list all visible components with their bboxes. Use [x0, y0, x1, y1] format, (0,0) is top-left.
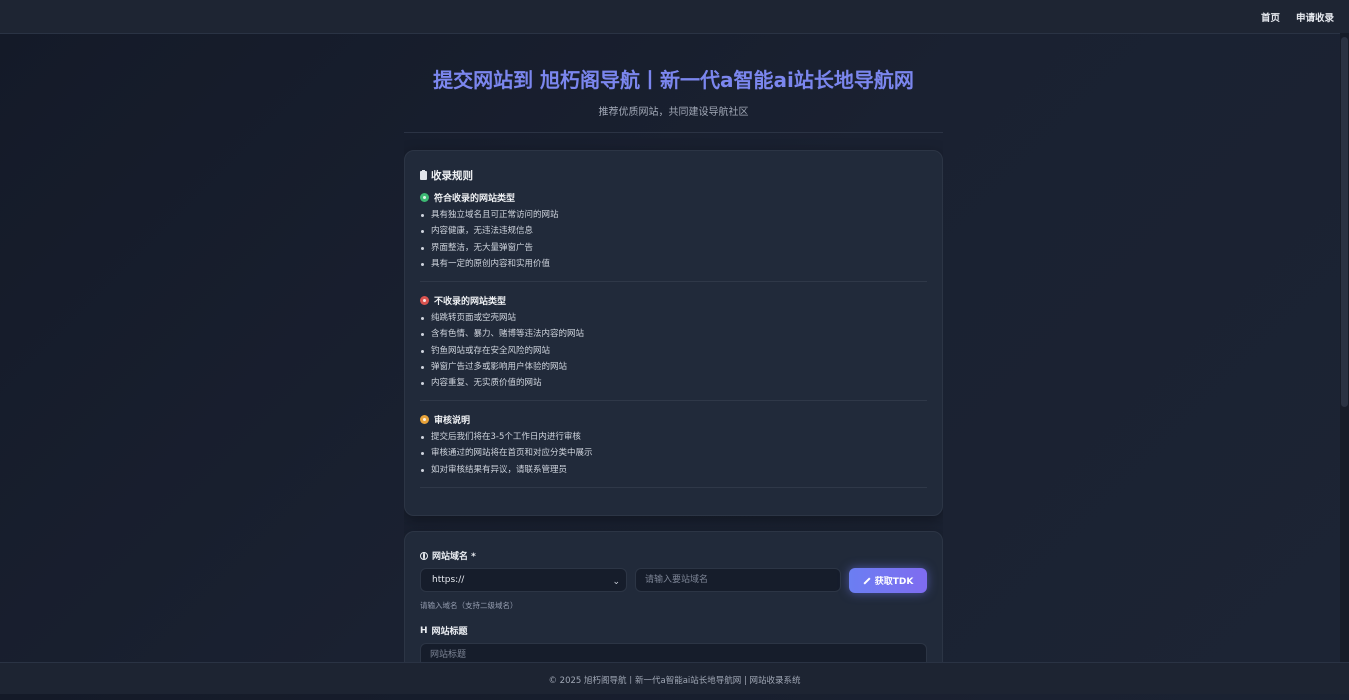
list-item: 如对审核结果有异议，请联系管理员: [420, 462, 593, 478]
review-list: 提交后我们将在3-5个工作日内进行审核 审核通过的网站将在首页和对应分类中展示 …: [420, 429, 593, 478]
review-title-text: 审核说明: [434, 416, 471, 426]
scrollbar-thumb[interactable]: [1341, 37, 1348, 407]
section-divider: [420, 281, 927, 282]
x-circle-icon: [420, 296, 429, 305]
globe-icon: [420, 551, 428, 560]
domain-input[interactable]: 请输入要站域名: [635, 568, 841, 592]
list-item: 界面整洁，无大量弹窗广告: [420, 240, 559, 256]
title-label-text: 网站标题: [431, 627, 468, 637]
accepted-title-text: 符合收录的网站类型: [434, 194, 516, 204]
clipboard-icon: [420, 170, 427, 180]
header-divider: [404, 132, 943, 133]
domain-label-text: 网站域名 *: [432, 552, 476, 562]
pencil-icon: [863, 576, 871, 585]
list-item: 内容健康，无违法违规信息: [420, 223, 559, 239]
fetch-tdk-label: 获取TDK: [874, 577, 914, 587]
site-title-placeholder: 网站标题: [430, 650, 467, 660]
nav-submit-link[interactable]: 申请收录: [1296, 10, 1334, 24]
footer-text: © 2025 旭朽阁导航丨新一代a智能ai站长地导航网 | 网站收录系统: [548, 676, 801, 686]
title-label: H 网站标题: [420, 624, 468, 638]
list-item: 含有色情、暴力、赌博等违法内容的网站: [420, 326, 584, 342]
nav-home-link[interactable]: 首页: [1261, 10, 1280, 24]
list-item: 弹窗广告过多或影响用户体验的网站: [420, 359, 584, 375]
list-item: 具有一定的原创内容和实用价值: [420, 256, 559, 272]
list-item: 提交后我们将在3-5个工作日内进行审核: [420, 429, 593, 445]
rules-heading: 收录规则: [420, 168, 473, 183]
top-nav: 首页 申请收录: [1261, 10, 1334, 24]
clock-icon: [420, 415, 429, 424]
site-title-input[interactable]: 网站标题: [420, 643, 927, 662]
rejected-list: 纯跳转页面或空壳网站 含有色情、暴力、赌博等违法内容的网站 钓鱼网站或存在安全风…: [420, 310, 584, 391]
fetch-tdk-button[interactable]: 获取TDK: [849, 568, 927, 593]
list-item: 审核通过的网站将在首页和对应分类中展示: [420, 445, 593, 461]
list-item: 钓鱼网站或存在安全风险的网站: [420, 343, 584, 359]
section-divider: [420, 487, 927, 488]
top-bar: 首页 申请收录: [0, 0, 1349, 34]
domain-label: 网站域名 *: [420, 549, 476, 562]
submit-form-card: 网站域名 * https:// ⌄ 请输入要站域名 获取TDK 请输入域名（支持…: [404, 531, 943, 662]
domain-hint: 请输入域名（支持二级域名）: [420, 601, 518, 610]
page-title: 提交网站到 旭朽阁导航丨新一代a智能ai站长地导航网: [433, 68, 914, 92]
protocol-select[interactable]: https:// ⌄: [420, 568, 627, 592]
scrollbar[interactable]: [1340, 33, 1349, 662]
check-circle-icon: [420, 193, 429, 202]
section-divider: [420, 400, 927, 401]
accepted-section-title: 符合收录的网站类型: [420, 191, 515, 204]
page-subtitle: 推荐优质网站，共同建设导航社区: [598, 107, 749, 118]
rejected-title-text: 不收录的网站类型: [434, 297, 507, 307]
main-content: 提交网站到 旭朽阁导航丨新一代a智能ai站长地导航网 推荐优质网站，共同建设导航…: [404, 33, 943, 662]
rules-heading-text: 收录规则: [431, 170, 473, 182]
chevron-down-icon: ⌄: [612, 577, 620, 587]
rejected-section-title: 不收录的网站类型: [420, 294, 506, 307]
rules-card: 收录规则 符合收录的网站类型 具有独立域名且可正常访问的网站 内容健康，无违法违…: [404, 150, 943, 516]
domain-input-placeholder: 请输入要站域名: [645, 575, 709, 585]
heading-icon: H: [420, 625, 428, 636]
review-section-title: 审核说明: [420, 413, 470, 426]
list-item: 内容重复、无实质价值的网站: [420, 375, 584, 391]
accepted-list: 具有独立域名且可正常访问的网站 内容健康，无违法违规信息 界面整洁，无大量弹窗广…: [420, 207, 559, 272]
list-item: 具有独立域名且可正常访问的网站: [420, 207, 559, 223]
protocol-select-value: https://: [432, 575, 465, 585]
list-item: 纯跳转页面或空壳网站: [420, 310, 584, 326]
footer: © 2025 旭朽阁导航丨新一代a智能ai站长地导航网 | 网站收录系统: [0, 662, 1349, 694]
